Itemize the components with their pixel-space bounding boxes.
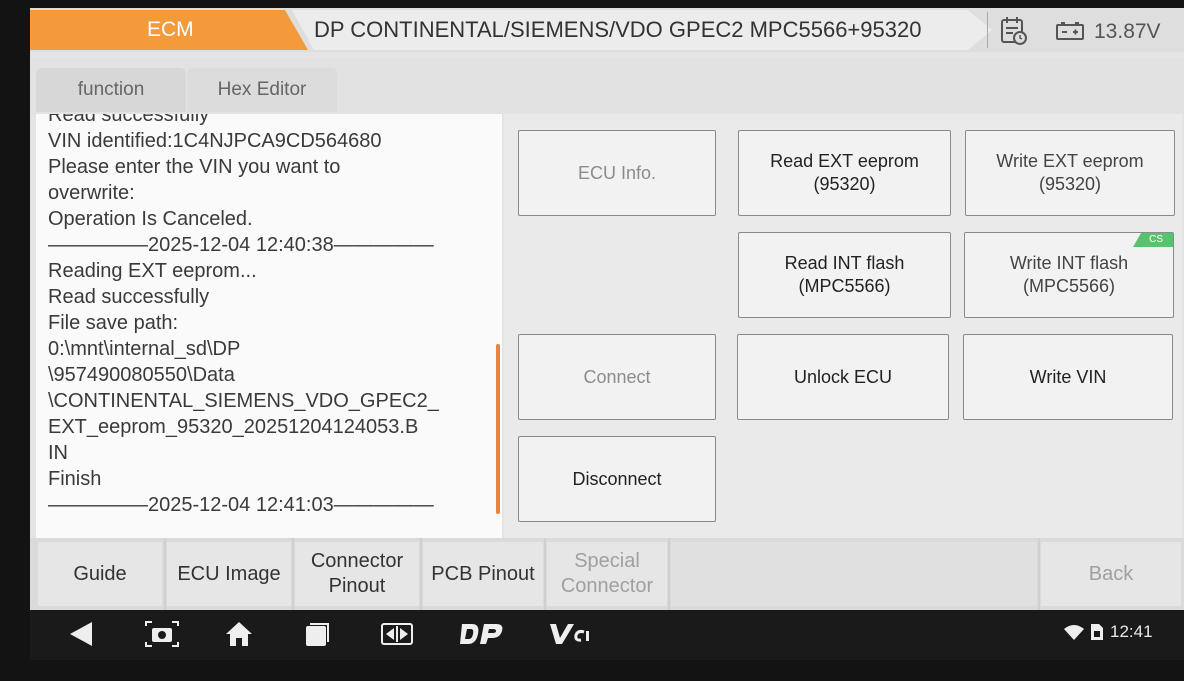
status-clock: 12:41 bbox=[1110, 622, 1153, 641]
bottom-toolbar: Guide ECU Image Connector Pinout PCB Pin… bbox=[30, 538, 1184, 610]
log-lines: Read successfully VIN identified:1C4NJPC… bbox=[48, 114, 488, 518]
log-line: Operation Is Canceled. bbox=[48, 208, 253, 230]
log-line-finish: Finish bbox=[48, 468, 102, 490]
connect-button[interactable]: Connect bbox=[518, 334, 716, 420]
tab-function[interactable]: function bbox=[36, 68, 186, 112]
log-line: overwrite: bbox=[48, 182, 135, 204]
recent-apps-icon[interactable] bbox=[302, 620, 332, 648]
read-int-flash-button[interactable]: Read INT flash (MPC5566) bbox=[738, 232, 951, 318]
log-output-panel[interactable]: Read successfully VIN identified:1C4NJPC… bbox=[36, 114, 502, 538]
toolbar-divider bbox=[292, 538, 294, 610]
toolbar-empty-space bbox=[671, 542, 1037, 606]
back-arrow-icon[interactable] bbox=[68, 620, 94, 648]
connector-pinout-button[interactable]: Connector Pinout bbox=[295, 542, 419, 606]
wifi-icon bbox=[1064, 625, 1084, 640]
vci-logo-icon[interactable] bbox=[548, 620, 592, 648]
home-icon[interactable] bbox=[224, 620, 254, 648]
write-int-flash-button[interactable]: Write INT flash (MPC5566) CS bbox=[964, 232, 1174, 318]
dp-logo-icon[interactable] bbox=[458, 620, 506, 648]
toolbar-divider bbox=[164, 538, 166, 610]
sim-card-icon bbox=[1091, 624, 1103, 640]
write-ext-eeprom-button[interactable]: Write EXT eeprom (95320) bbox=[965, 130, 1175, 216]
ecu-image-button[interactable]: ECU Image bbox=[167, 542, 291, 606]
log-line: File save path: bbox=[48, 312, 179, 334]
log-line: \957490080550\Data bbox=[48, 364, 235, 386]
log-line: Please enter the VIN you want to bbox=[48, 156, 341, 178]
ecu-info-button[interactable]: ECU Info. bbox=[518, 130, 716, 216]
guide-button[interactable]: Guide bbox=[38, 542, 162, 606]
unlock-ecu-button[interactable]: Unlock ECU bbox=[737, 334, 949, 420]
tab-bar: function Hex Editor bbox=[30, 58, 1184, 116]
battery-icon bbox=[1056, 22, 1084, 40]
device-screen: ECM DP CONTINENTAL/SIEMENS/VDO GPEC2 MPC… bbox=[30, 8, 1184, 660]
calendar-report-icon[interactable] bbox=[1000, 16, 1028, 46]
pcb-pinout-button[interactable]: PCB Pinout bbox=[423, 542, 543, 606]
write-vin-button[interactable]: Write VIN bbox=[963, 334, 1173, 420]
back-button[interactable]: Back bbox=[1041, 542, 1181, 606]
header-divider bbox=[987, 12, 988, 48]
log-scrollbar[interactable] bbox=[496, 344, 500, 514]
toolbar-divider bbox=[544, 538, 546, 610]
app-header: ECM DP CONTINENTAL/SIEMENS/VDO GPEC2 MPC… bbox=[30, 8, 1184, 52]
log-line: 0:\mnt\internal_sd\DP bbox=[48, 338, 241, 360]
log-line: EXT_eeprom_95320_20251204124053.B bbox=[48, 416, 419, 438]
android-navigation-bar: 12:41 bbox=[30, 610, 1184, 660]
toolbar-divider bbox=[668, 538, 670, 610]
log-line: Reading EXT eeprom... bbox=[48, 260, 257, 282]
log-line: \CONTINENTAL_SIEMENS_VDO_GPEC2_ bbox=[48, 390, 439, 412]
battery-voltage: 13.87V bbox=[1094, 20, 1161, 43]
log-line: —————2025-12-04 12:41:03————— bbox=[48, 494, 434, 516]
log-line: —————2025-12-04 12:40:38————— bbox=[48, 234, 434, 256]
function-button-panel: ECU Info. Read EXT eeprom (95320) Write … bbox=[504, 114, 1182, 538]
special-connector-button[interactable]: Special Connector bbox=[547, 542, 667, 606]
breadcrumb-model-title: DP CONTINENTAL/SIEMENS/VDO GPEC2 MPC5566… bbox=[292, 10, 992, 50]
screen-mirror-icon[interactable] bbox=[380, 620, 414, 648]
disconnect-button[interactable]: Disconnect bbox=[518, 436, 716, 522]
device-bezel: ECM DP CONTINENTAL/SIEMENS/VDO GPEC2 MPC… bbox=[0, 0, 1184, 681]
toolbar-divider bbox=[420, 538, 422, 610]
cs-badge: CS bbox=[1133, 233, 1173, 247]
tab-hex-editor[interactable]: Hex Editor bbox=[187, 68, 337, 112]
log-line: Read successfully bbox=[48, 286, 210, 308]
toolbar-divider bbox=[1038, 538, 1040, 610]
screenshot-icon[interactable] bbox=[144, 620, 180, 648]
read-ext-eeprom-button[interactable]: Read EXT eeprom (95320) bbox=[738, 130, 951, 216]
ecm-module-tab[interactable]: ECM bbox=[30, 10, 308, 50]
log-line: Read successfully bbox=[48, 114, 210, 126]
write-int-flash-label: Write INT flash (MPC5566) bbox=[1009, 253, 1129, 296]
log-line: VIN identified:1C4NJPCA9CD564680 bbox=[48, 130, 382, 152]
log-line: IN bbox=[48, 442, 68, 464]
